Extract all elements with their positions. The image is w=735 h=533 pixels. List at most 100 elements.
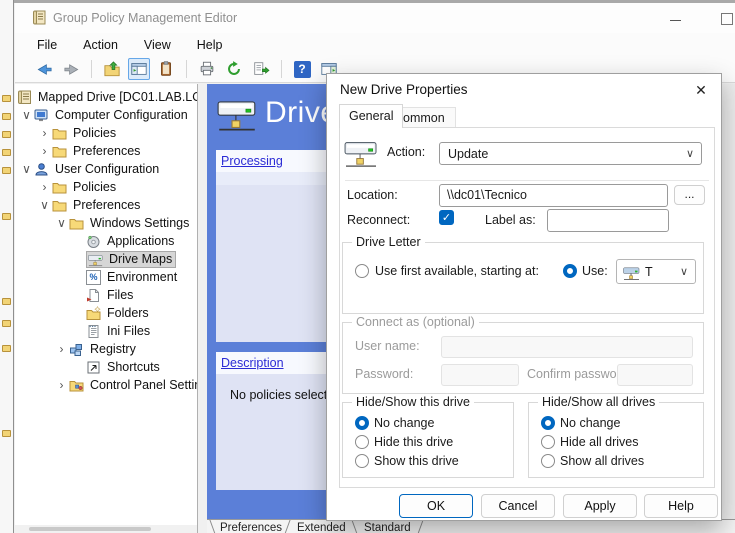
tree-item-files[interactable]: Files: [15, 286, 197, 304]
refresh-icon: [225, 60, 243, 78]
show-console-tree-button[interactable]: [128, 58, 150, 80]
tree-item-ini-files[interactable]: Ini Files: [15, 322, 197, 340]
browse-button[interactable]: ...: [674, 185, 705, 205]
minimize-button[interactable]: [670, 20, 681, 21]
use-first-available-radio[interactable]: [355, 264, 369, 278]
toolbar-separator: [186, 60, 187, 78]
tab-extended[interactable]: Extended: [297, 522, 346, 533]
apply-button[interactable]: Apply: [563, 494, 637, 518]
hide-all-drives-label[interactable]: Hide all drives: [560, 435, 639, 449]
export-list-button[interactable]: [250, 58, 272, 80]
chevron-down-icon[interactable]: ∨: [19, 108, 34, 122]
folder-icon: [2, 320, 11, 327]
tree-item-registry[interactable]: › Registry: [15, 340, 197, 358]
tree-item-applications[interactable]: Applications: [15, 232, 197, 250]
confirm-password-label: Confirm password:: [527, 367, 631, 381]
maximize-button[interactable]: [721, 13, 733, 25]
hide-this-drive-radio[interactable]: [355, 435, 369, 449]
ok-button[interactable]: OK: [399, 494, 473, 518]
processing-link[interactable]: Processing: [221, 154, 283, 168]
properties-button[interactable]: [155, 58, 177, 80]
close-icon[interactable]: ✕: [690, 79, 712, 101]
folder-icon: [2, 213, 11, 220]
tab-edge: [417, 520, 423, 533]
refresh-button[interactable]: [223, 58, 245, 80]
tree-item-computer-preferences[interactable]: › Preferences: [15, 142, 197, 160]
tab-preferences[interactable]: Preferences: [220, 522, 282, 533]
chevron-right-icon[interactable]: ›: [54, 378, 69, 392]
description-link[interactable]: Description: [221, 356, 284, 370]
no-change-this-label[interactable]: No change: [374, 416, 434, 430]
hide-all-drives-radio[interactable]: [541, 435, 555, 449]
chevron-down-icon[interactable]: ∨: [54, 216, 69, 230]
confirm-password-input: [617, 364, 693, 386]
chevron-down-icon: ∨: [686, 147, 694, 160]
no-change-this-radio[interactable]: [355, 416, 369, 430]
menu-view[interactable]: View: [144, 38, 171, 52]
scrollbar-thumb[interactable]: [29, 527, 151, 531]
print-button[interactable]: [196, 58, 218, 80]
tree-item-root[interactable]: Mapped Drive [DC01.LAB.LOCAL]: [15, 88, 197, 106]
chevron-down-icon[interactable]: ∨: [37, 198, 52, 212]
chevron-right-icon[interactable]: ›: [37, 126, 52, 140]
pane-splitter[interactable]: [197, 84, 207, 533]
shortcut-icon: [86, 360, 101, 375]
menu-file[interactable]: File: [37, 38, 57, 52]
tree-item-label: Control Panel Settings: [88, 378, 197, 392]
folder-icon: [52, 198, 67, 213]
show-all-drives-radio[interactable]: [541, 454, 555, 468]
tree-item-user-policies[interactable]: › Policies: [15, 178, 197, 196]
tree-item-label: Ini Files: [105, 324, 152, 338]
tree-selection: Drive Maps: [86, 251, 176, 268]
use-label[interactable]: Use:: [582, 264, 608, 278]
file-icon: [86, 288, 101, 303]
chevron-right-icon[interactable]: ›: [54, 342, 69, 356]
reconnect-checkbox[interactable]: ✓: [439, 210, 454, 225]
menu-action[interactable]: Action: [83, 38, 118, 52]
tree-item-label: Preferences: [71, 198, 142, 212]
tree-horizontal-scrollbar[interactable]: [15, 525, 197, 533]
up-one-level-button[interactable]: [101, 58, 123, 80]
folder-icon: [2, 113, 11, 120]
chevron-down-icon[interactable]: ∨: [19, 162, 34, 176]
no-change-all-label[interactable]: No change: [560, 416, 620, 430]
action-value: Update: [448, 147, 488, 161]
label-as-input[interactable]: [547, 209, 669, 232]
use-first-available-label[interactable]: Use first available, starting at:: [375, 264, 539, 278]
tree-item-computer-policies[interactable]: › Policies: [15, 124, 197, 142]
cancel-button[interactable]: Cancel: [481, 494, 555, 518]
menu-help[interactable]: Help: [197, 38, 223, 52]
tab-general[interactable]: General: [339, 104, 403, 128]
folder-icon: [2, 149, 11, 156]
tree-item-environment[interactable]: % Environment: [15, 268, 197, 286]
chevron-right-icon[interactable]: ›: [37, 144, 52, 158]
tree-item-folders[interactable]: Folders: [15, 304, 197, 322]
chevron-right-icon[interactable]: ›: [37, 180, 52, 194]
tree-item-control-panel-settings[interactable]: › Control Panel Settings: [15, 376, 197, 394]
forward-button[interactable]: [60, 58, 82, 80]
help-dialog-button[interactable]: Help: [644, 494, 718, 518]
show-this-drive-radio[interactable]: [355, 454, 369, 468]
show-this-drive-label[interactable]: Show this drive: [374, 454, 459, 468]
tree-item-label: Policies: [71, 126, 118, 140]
environment-icon: %: [86, 270, 101, 285]
use-radio[interactable]: [563, 264, 577, 278]
tree-item-drive-maps[interactable]: Drive Maps: [15, 250, 197, 268]
help-button[interactable]: ?: [291, 58, 313, 80]
tree-item-windows-settings[interactable]: ∨ Windows Settings: [15, 214, 197, 232]
tree-item-computer-configuration[interactable]: ∨ Computer Configuration: [15, 106, 197, 124]
tree-item-user-preferences[interactable]: ∨ Preferences: [15, 196, 197, 214]
tree-item-shortcuts[interactable]: Shortcuts: [15, 358, 197, 376]
tab-standard[interactable]: Standard: [364, 522, 411, 533]
registry-icon: [69, 342, 84, 357]
no-change-all-radio[interactable]: [541, 416, 555, 430]
window-title: Group Policy Management Editor: [53, 11, 237, 25]
hide-this-drive-label[interactable]: Hide this drive: [374, 435, 453, 449]
tree-item-user-configuration[interactable]: ∨ User Configuration: [15, 160, 197, 178]
drive-letter-dropdown[interactable]: T ∨: [616, 259, 696, 284]
show-all-drives-label[interactable]: Show all drives: [560, 454, 644, 468]
location-input[interactable]: \\dc01\Tecnico: [439, 184, 668, 207]
back-button[interactable]: [33, 58, 55, 80]
action-dropdown[interactable]: Update ∨: [439, 142, 702, 165]
toolbar-separator: [91, 60, 92, 78]
